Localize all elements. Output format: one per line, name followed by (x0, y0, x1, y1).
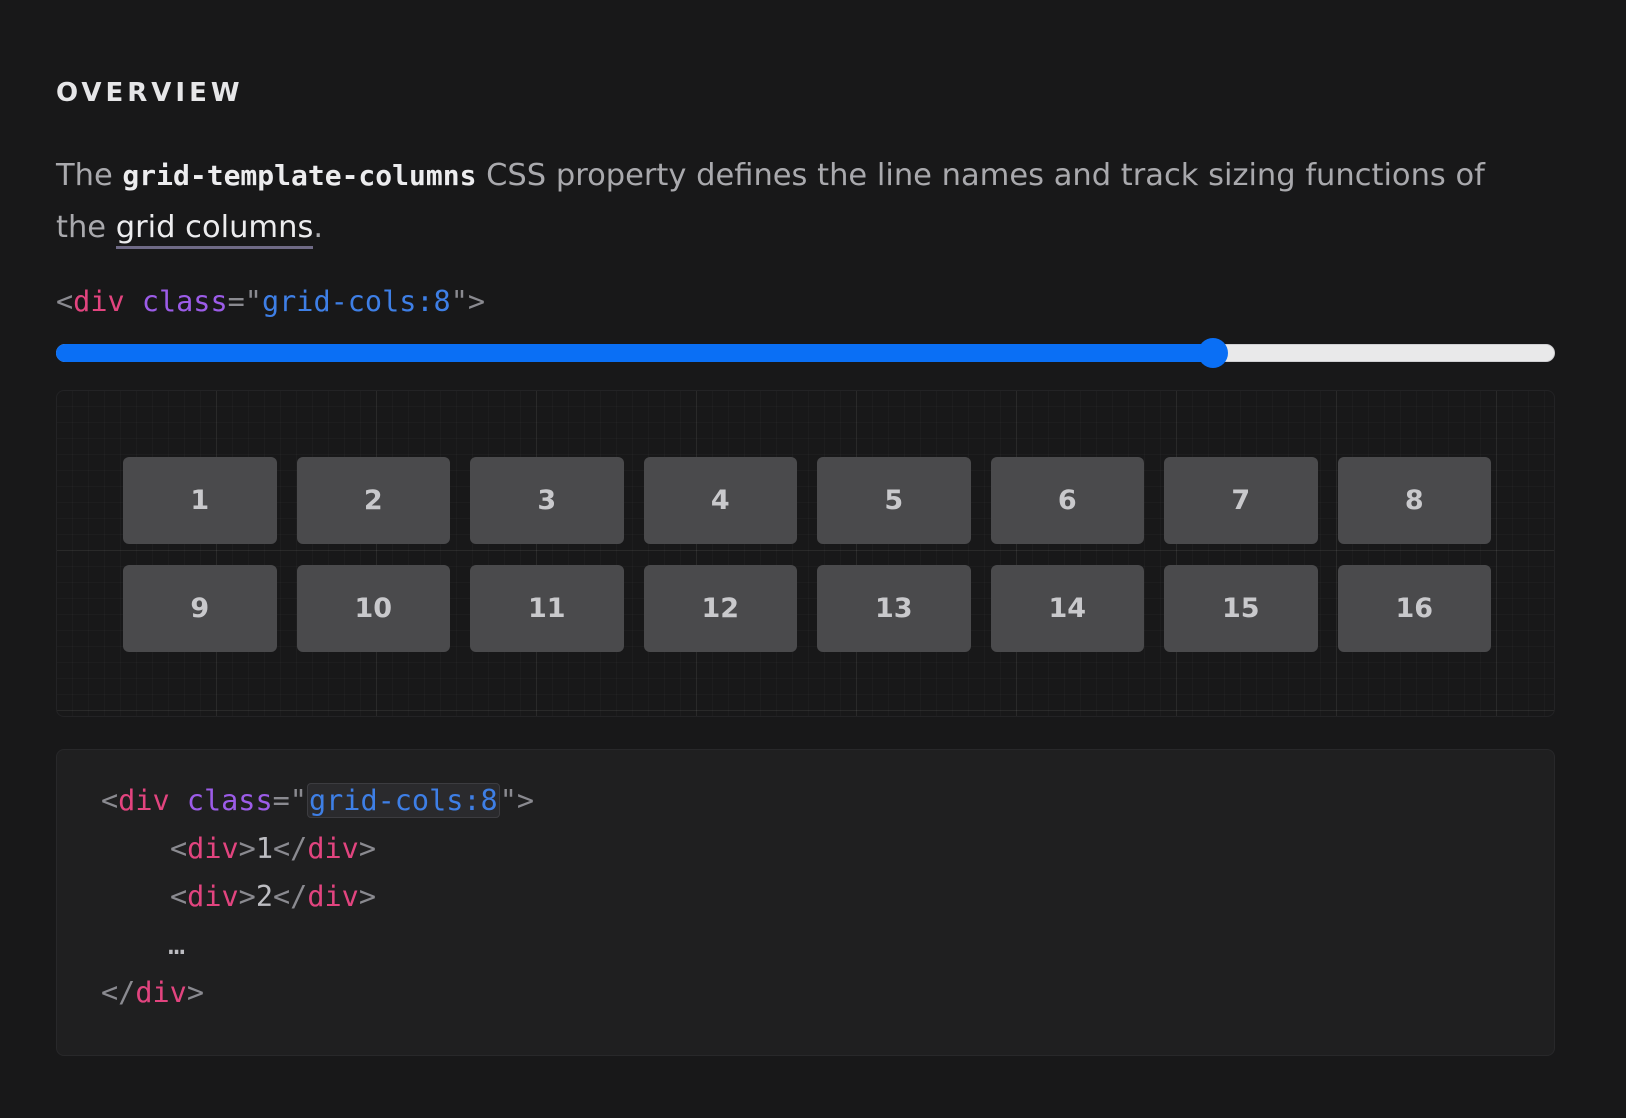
grid-columns-link[interactable]: grid columns (115, 210, 314, 249)
grid-item: 14 (990, 565, 1144, 652)
code-text: 1 (255, 832, 273, 865)
code-line-child-2: <div>2</div> (170, 877, 376, 917)
code-text: 2 (255, 880, 273, 913)
grid-item: 15 (1164, 565, 1318, 652)
code-tag: div (118, 784, 170, 817)
grid-item: 4 (643, 457, 797, 544)
page: OVERVIEW The grid-template-columns CSS p… (0, 0, 1626, 1118)
code-term: grid-template-columns (122, 159, 477, 192)
code-attr: class (186, 784, 273, 817)
grid-item: 10 (296, 565, 450, 652)
code-line-child-1: <div>1</div> (170, 829, 376, 869)
grid-cols-slider[interactable] (56, 338, 1555, 368)
grid-item: 8 (1337, 457, 1491, 544)
grid-item: 13 (817, 565, 971, 652)
code-tag: div (187, 832, 239, 865)
grid-preview: 1 2 3 4 5 6 7 8 9 10 11 12 13 14 15 16 (56, 390, 1555, 717)
code-punc: " (289, 784, 307, 817)
section-heading: OVERVIEW (56, 78, 244, 108)
grid-item: 3 (470, 457, 624, 544)
grid-item: 1 (123, 457, 277, 544)
grid-item: 12 (643, 565, 797, 652)
attr-quote-open: " (244, 285, 262, 318)
description-prefix: The (56, 158, 123, 193)
class-value: grid-cols:8 (261, 285, 451, 318)
slider-thumb[interactable] (1198, 338, 1229, 368)
code-line-close: </div> (101, 973, 204, 1013)
code-punc: > (358, 880, 376, 913)
code-punc: < (170, 880, 188, 913)
tag-open-bracket: < (56, 285, 74, 318)
demo-tag-label: <div class="grid-cols:8"> (56, 285, 485, 318)
code-punc: < (170, 832, 188, 865)
grid-item: 2 (296, 457, 450, 544)
code-tag: div (307, 832, 359, 865)
grid-item: 5 (817, 457, 971, 544)
code-tag: div (135, 976, 187, 1009)
grid-item: 6 (990, 457, 1144, 544)
description: The grid-template-columns CSS property d… (56, 150, 1536, 254)
tag-close-bracket: > (467, 285, 486, 318)
attr-quote-close: " (450, 285, 468, 318)
description-suffix: . (313, 210, 324, 245)
code-punc: > (238, 880, 256, 913)
grid-item: 9 (123, 565, 277, 652)
slider-fill (56, 344, 1214, 362)
code-punc: > (358, 832, 376, 865)
highlighted-class-value: grid-cols:8 (306, 783, 500, 818)
code-punc: </ (273, 880, 308, 913)
grid-container: 1 2 3 4 5 6 7 8 9 10 11 12 13 14 15 16 (123, 457, 1491, 652)
code-punc: " (499, 784, 517, 817)
code-punc: > (238, 832, 256, 865)
code-punc: > (186, 976, 204, 1009)
code-punc: = (272, 784, 290, 817)
code-punc: > (516, 784, 535, 817)
code-punc: </ (101, 976, 136, 1009)
code-punc: < (101, 784, 119, 817)
code-line-ellipsis: … (168, 928, 186, 961)
grid-item: 7 (1164, 457, 1318, 544)
code-punc: </ (273, 832, 308, 865)
code-tag: div (187, 880, 239, 913)
attr-equals: = (227, 285, 245, 318)
code-tag: div (307, 880, 359, 913)
grid-item: 11 (470, 565, 624, 652)
attr-name: class (141, 285, 228, 318)
tag-name: div (73, 285, 125, 318)
code-line-open: <div class="grid-cols:8"> (101, 781, 534, 821)
grid-item: 16 (1337, 565, 1491, 652)
code-example: <div class="grid-cols:8"> <div>1</div> <… (56, 749, 1555, 1056)
